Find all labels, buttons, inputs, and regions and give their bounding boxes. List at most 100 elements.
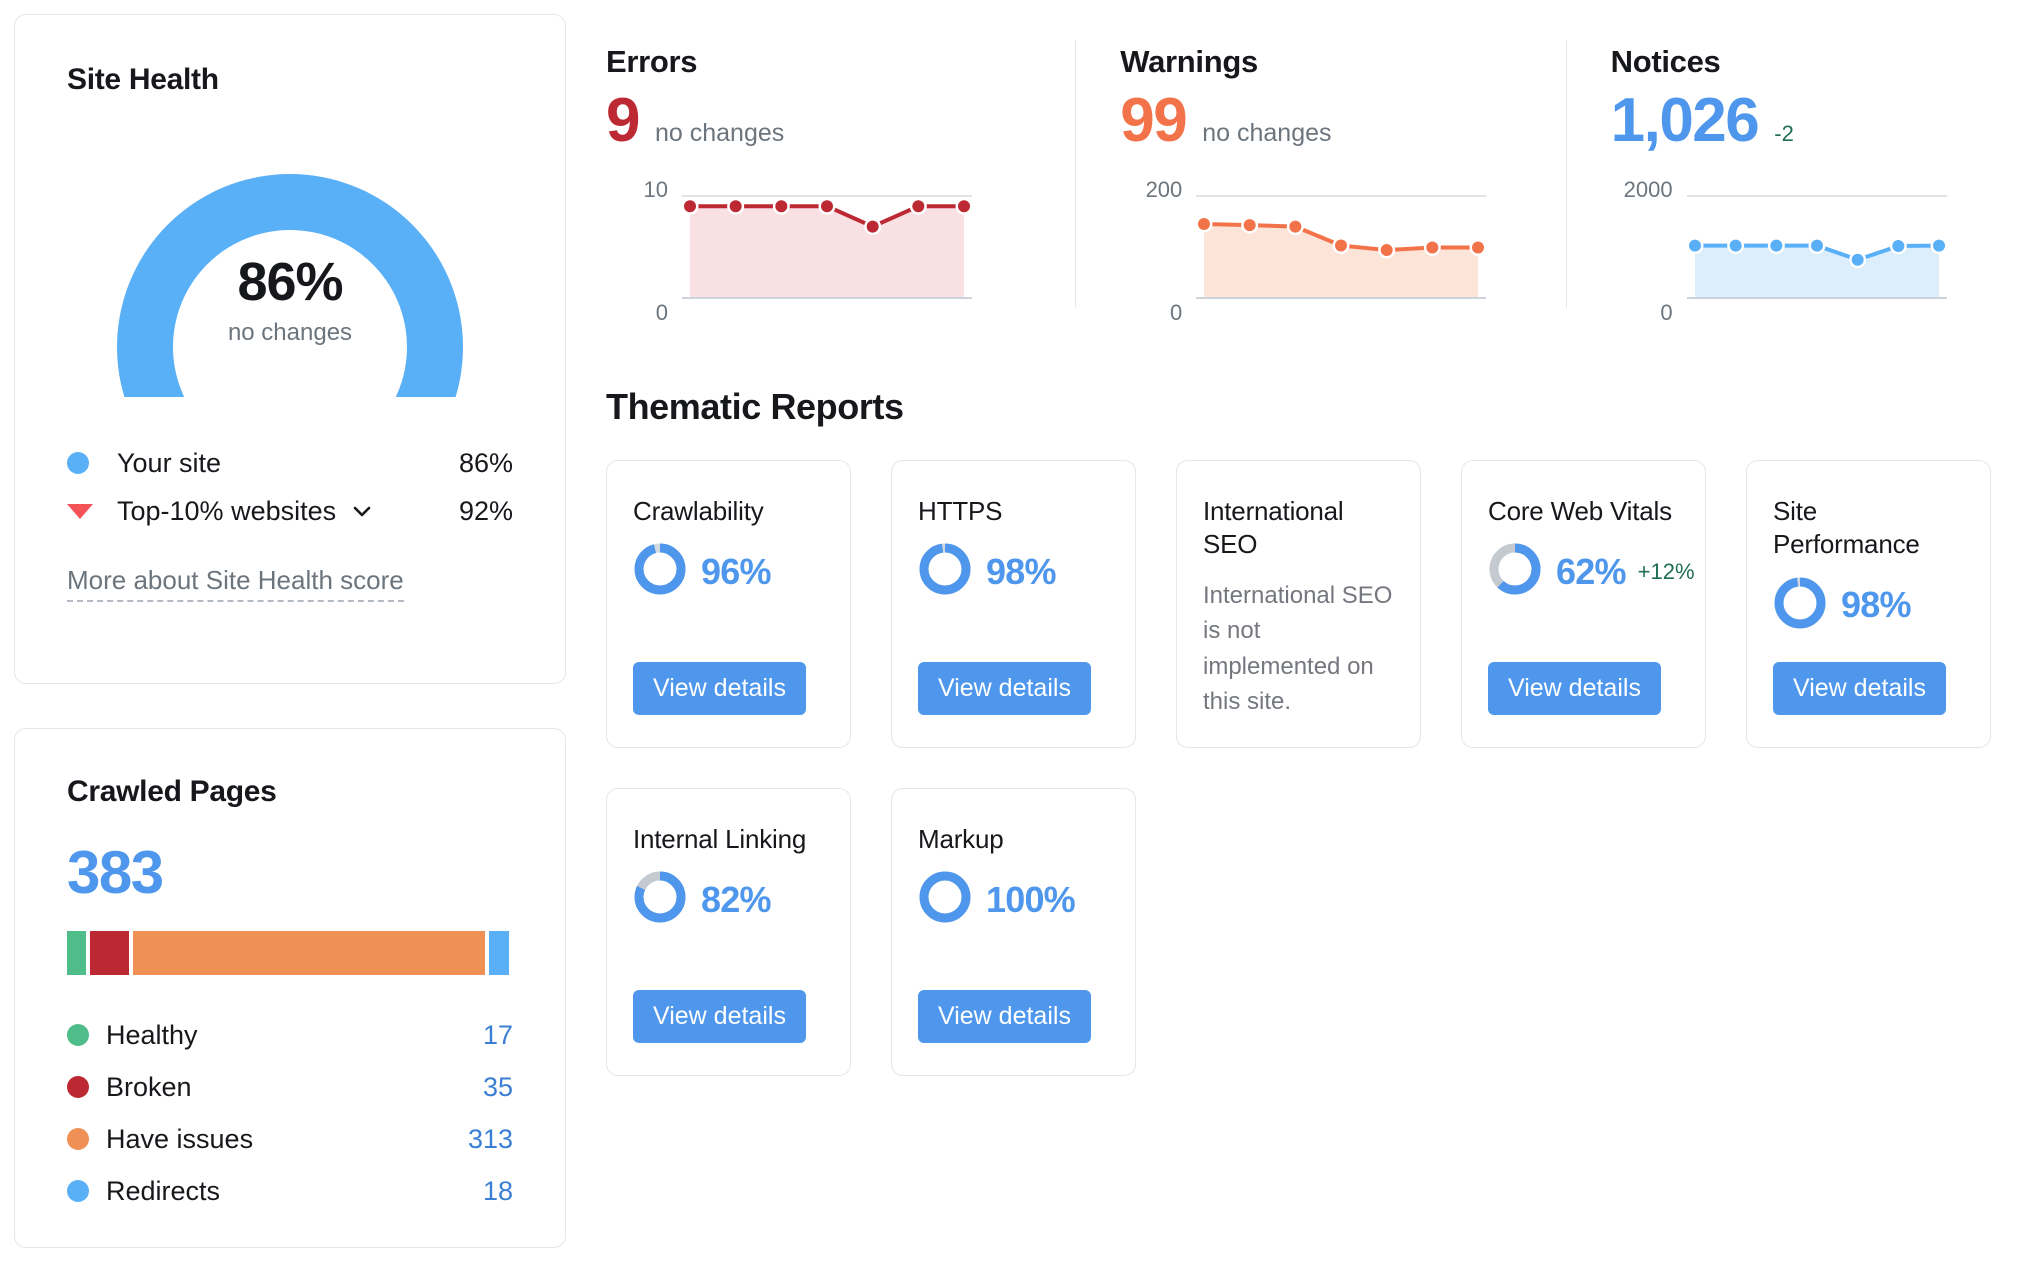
legend-value-your-site: 86%	[458, 447, 513, 478]
warnings-y-axis: 200 0	[1120, 177, 1196, 325]
view-details-button[interactable]: View details	[918, 990, 1091, 1043]
issue-block-errors[interactable]: Errors 9 no changes 10 0	[606, 14, 1075, 374]
warnings-count: 99	[1120, 86, 1187, 155]
thematic-card-title: Core Web Vitals	[1488, 496, 1672, 526]
site-health-legend: Your site 86% Top-10% websites 92%	[67, 439, 513, 535]
warnings-axis-top: 200	[1145, 177, 1183, 202]
thematic-report-card[interactable]: HTTPS 98% View details	[891, 460, 1136, 748]
left-column: Site Health 86% no changes Your site 86%	[14, 14, 566, 1248]
thematic-card-title: HTTPS	[918, 496, 1003, 526]
errors-count-row: 9 no changes	[606, 90, 1075, 152]
thematic-report-card[interactable]: Site Performance 98% View details	[1746, 460, 1991, 748]
crawled-pages-legend-row[interactable]: Broken 35	[67, 1061, 513, 1113]
thematic-card-title: International SEO	[1203, 496, 1344, 560]
more-about-site-health-link[interactable]: More about Site Health score	[67, 565, 404, 602]
notices-axis-top: 2000	[1623, 177, 1673, 202]
progress-ring-icon	[633, 870, 687, 929]
thematic-card-title: Internal Linking	[633, 824, 807, 854]
progress-ring-icon	[918, 542, 972, 601]
issue-block-warnings[interactable]: Warnings 99 no changes 200 0	[1076, 14, 1565, 374]
warnings-count-row: 99 no changes	[1120, 90, 1565, 152]
audit-overview-page: Site Health 86% no changes Your site 86%	[0, 0, 2020, 1272]
thematic-report-card[interactable]: Core Web Vitals 62% +12% View details	[1461, 460, 1706, 748]
crawled-pages-legend-label: Have issues	[106, 1123, 254, 1154]
thematic-card-title: Crawlability	[633, 496, 764, 526]
errors-y-axis: 10 0	[606, 177, 682, 325]
notices-count: 1,026	[1610, 86, 1760, 155]
crawled-pages-legend-label: Broken	[106, 1071, 192, 1102]
thematic-report-card[interactable]: Crawlability 96% View details	[606, 460, 851, 748]
thematic-card-title: Site Performance	[1773, 496, 1920, 560]
legend-row-top10-websites[interactable]: Top-10% websites 92%	[67, 487, 513, 535]
thematic-card-change: +12%	[1637, 558, 1695, 584]
notices-axis-bottom: 0	[1660, 300, 1673, 325]
blue-dot-icon	[67, 452, 101, 474]
thematic-card-percent: 62%	[1556, 550, 1626, 592]
status-dot-icon	[67, 1024, 89, 1046]
warnings-chart-svg	[1195, 195, 1487, 299]
thematic-report-card[interactable]: Markup 100% View details	[891, 788, 1136, 1076]
thematic-report-card[interactable]: International SEO International SEO is no…	[1176, 460, 1421, 748]
errors-plot-area	[681, 188, 1075, 313]
notices-title: Notices	[1610, 44, 1721, 79]
crawled-pages-legend-label: Healthy	[106, 1019, 198, 1050]
issue-block-notices[interactable]: Notices 1,026 -2 2000 0	[1567, 14, 2006, 374]
thematic-reports-title: Thematic Reports	[606, 386, 904, 427]
thematic-card-metric: 62% +12%	[1488, 542, 1695, 601]
gauge-center-label: 86% no changes	[80, 255, 500, 347]
crawled-pages-legend-value: 35	[482, 1071, 513, 1102]
chevron-down-icon[interactable]	[350, 499, 374, 523]
thematic-card-title: Markup	[918, 824, 1004, 854]
stacked-bar-segment	[488, 931, 509, 975]
notices-plot-area	[1686, 188, 2006, 313]
progress-ring-icon	[918, 870, 972, 929]
thematic-card-metric: 98%	[1773, 576, 1964, 635]
crawled-pages-legend-row[interactable]: Have issues 313	[67, 1113, 513, 1165]
notices-y-axis: 2000 0	[1611, 177, 1687, 325]
view-details-button[interactable]: View details	[1488, 662, 1661, 715]
thematic-card-description: International SEO is not implemented on …	[1203, 581, 1393, 716]
status-dot-icon	[67, 1076, 89, 1098]
thematic-card-percent: 100%	[986, 878, 1076, 920]
crawled-pages-legend-row[interactable]: Redirects 18	[67, 1165, 513, 1217]
site-health-panel: Site Health 86% no changes Your site 86%	[14, 14, 566, 684]
progress-ring-icon	[1488, 542, 1542, 601]
progress-ring-icon	[1773, 576, 1827, 635]
red-triangle-icon	[67, 503, 101, 519]
errors-count: 9	[606, 86, 640, 155]
crawled-pages-legend-label: Redirects	[106, 1175, 221, 1206]
legend-label-top10-websites: Top-10% websites	[117, 495, 337, 526]
stacked-bar-segment	[133, 931, 485, 975]
warnings-title: Warnings	[1120, 44, 1258, 79]
stacked-bar-segment	[67, 931, 87, 975]
thematic-card-metric: 100%	[918, 870, 1109, 929]
thematic-reports-grid: Crawlability 96% View details HTTPS 98% Vie…	[606, 460, 2006, 1076]
crawled-pages-legend: Healthy 17 Broken 35 Have issues 313 Redirects…	[67, 1009, 513, 1217]
errors-chart-svg	[681, 195, 973, 299]
warnings-plot-area	[1195, 188, 1565, 313]
view-details-button[interactable]: View details	[633, 662, 806, 715]
legend-label-your-site: Your site	[117, 447, 222, 478]
thematic-card-percent: 98%	[1841, 584, 1911, 626]
crawled-pages-legend-value: 313	[467, 1123, 513, 1154]
notices-sparkline: 2000 0	[1611, 177, 2006, 325]
view-details-button[interactable]: View details	[1773, 662, 1946, 715]
thematic-card-metric: 98%	[918, 542, 1109, 601]
progress-ring-icon	[633, 542, 687, 601]
notices-delta: -2	[1774, 121, 1794, 146]
view-details-button[interactable]: View details	[918, 662, 1091, 715]
thematic-report-card[interactable]: Internal Linking 82% View details	[606, 788, 851, 1076]
errors-title: Errors	[606, 44, 698, 79]
status-dot-icon	[67, 1128, 89, 1150]
warnings-delta: no changes	[1202, 119, 1332, 147]
crawled-pages-legend-row[interactable]: Healthy 17	[67, 1009, 513, 1061]
thematic-card-percent: 98%	[986, 550, 1056, 592]
site-health-gauge: 86% no changes	[80, 147, 500, 397]
view-details-button[interactable]: View details	[633, 990, 806, 1043]
crawled-pages-panel: Crawled Pages 383 Healthy 17 Broken 35 Have …	[14, 728, 566, 1248]
crawled-pages-legend-value: 18	[482, 1175, 513, 1206]
errors-axis-bottom: 0	[655, 300, 668, 325]
main-column: Errors 9 no changes 10 0 Warnings 99 no …	[606, 14, 2006, 1076]
crawled-pages-legend-value: 17	[482, 1019, 513, 1050]
site-health-title: Site Health	[67, 63, 219, 96]
